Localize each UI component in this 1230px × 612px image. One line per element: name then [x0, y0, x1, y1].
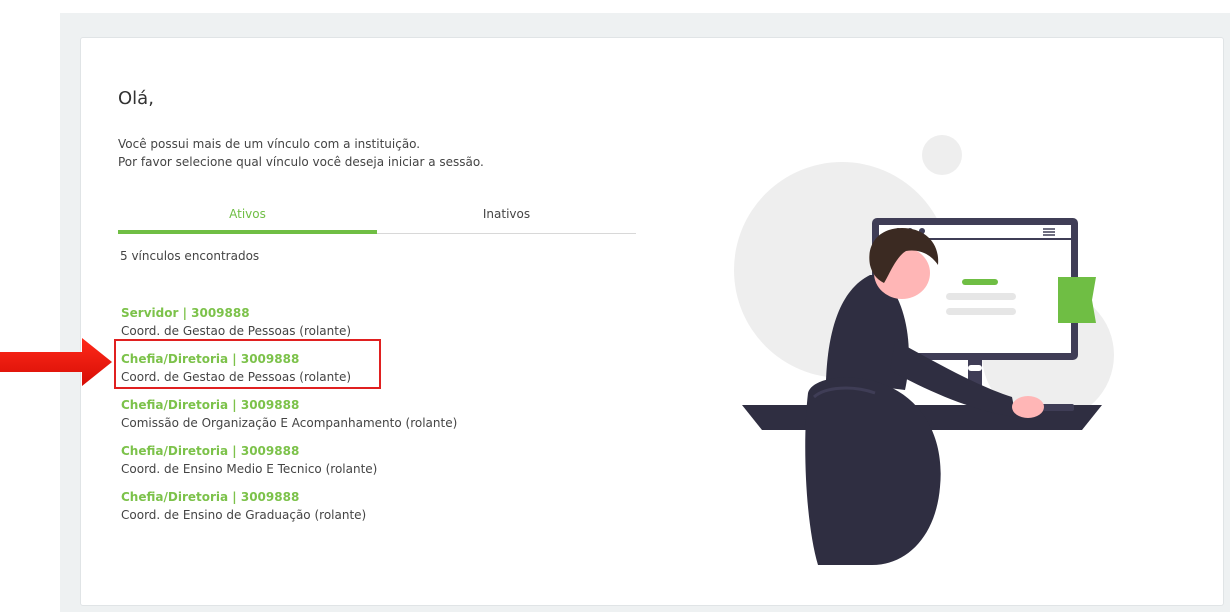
bond-title[interactable]: Chefia/Diretoria | 3009888 — [121, 442, 457, 460]
intro-text: Você possui mais de um vínculo com a ins… — [118, 135, 484, 171]
bond-title[interactable]: Chefia/Diretoria | 3009888 — [121, 488, 457, 506]
intro-line-2: Por favor selecione qual vínculo você de… — [118, 155, 484, 169]
green-flag — [1058, 277, 1096, 323]
bond-subtitle: Coord. de Ensino Medio E Tecnico (rolant… — [121, 462, 378, 476]
background-circle-small — [922, 135, 962, 175]
tab-inativos-label: Inativos — [482, 207, 531, 221]
tab-ativos[interactable]: Ativos — [118, 205, 377, 234]
greeting-title: Olá, — [118, 88, 154, 109]
person-hand — [1012, 396, 1044, 418]
bond-subtitle: Coord. de Ensino de Graduação (rolante) — [121, 508, 367, 522]
bond-tabs: Ativos Inativos — [118, 205, 636, 234]
bond-title[interactable]: Servidor | 3009888 — [121, 304, 457, 322]
person-at-computer-illustration — [734, 135, 1114, 565]
tab-ativos-label: Ativos — [229, 207, 266, 221]
bond-title[interactable]: Chefia/Diretoria | 3009888 — [121, 396, 457, 414]
bond-item[interactable]: Chefia/Diretoria | 3009888 Comissão de O… — [121, 396, 457, 442]
bond-count: 5 vínculos encontrados — [120, 249, 260, 263]
red-arrow-icon — [0, 338, 112, 386]
selected-bond-highlight — [114, 339, 381, 389]
intro-line-1: Você possui mais de um vínculo com a ins… — [118, 137, 421, 151]
bond-item[interactable]: Chefia/Diretoria | 3009888 Coord. de Ens… — [121, 488, 457, 534]
active-tab-indicator — [118, 230, 377, 234]
bond-subtitle: Comissão de Organização E Acompanhamento… — [121, 416, 458, 430]
bond-item[interactable]: Chefia/Diretoria | 3009888 Coord. de Ens… — [121, 442, 457, 488]
tab-inativos[interactable]: Inativos — [377, 205, 636, 233]
bond-subtitle: Coord. de Gestao de Pessoas (rolante) — [121, 324, 352, 338]
